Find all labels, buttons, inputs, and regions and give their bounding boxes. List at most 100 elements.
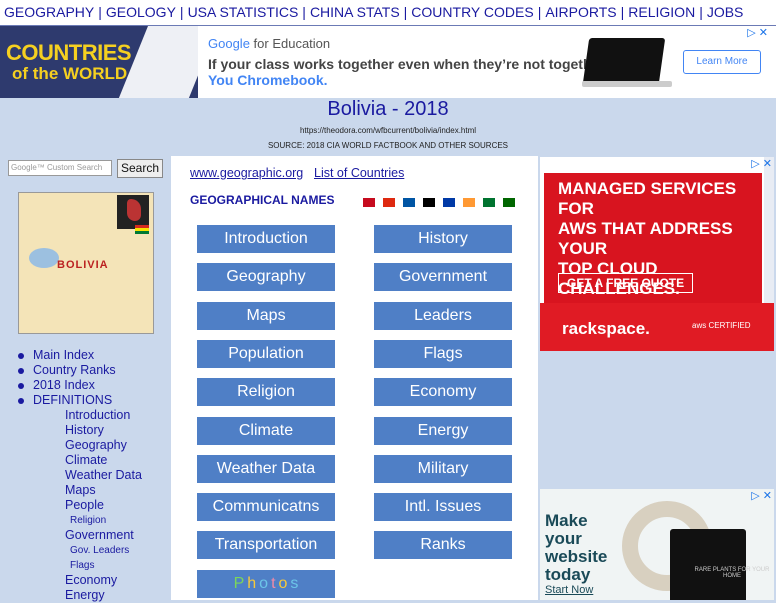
- photos-letter: P: [233, 575, 245, 592]
- website-builder-advertisement[interactable]: RARE PLANTS FOR YOUR HOME Make your websit…: [540, 489, 774, 600]
- nav-button[interactable]: Climate: [197, 416, 335, 445]
- nav-button[interactable]: Population: [197, 339, 335, 368]
- topnav-link[interactable]: JOBS: [707, 4, 744, 20]
- nav-button[interactable]: Communicatns: [197, 493, 335, 522]
- rackspace-advertisement[interactable]: MANAGED SERVICES FOR AWS THAT ADDRESS YOU…: [540, 157, 774, 351]
- nav-button[interactable]: Religion: [197, 378, 335, 407]
- logo-line2: of the WORLD: [12, 64, 128, 83]
- leftnav-item[interactable]: Gov. Leaders: [16, 543, 142, 558]
- nav-button[interactable]: Economy: [374, 378, 512, 407]
- nav-separator: |: [179, 4, 184, 20]
- ad-headline-line: Make: [545, 511, 588, 530]
- ad-close-icon[interactable]: ▷ ✕: [751, 157, 772, 170]
- leftnav-item[interactable]: People: [16, 498, 142, 513]
- leftnav-item[interactable]: Country Ranks: [16, 363, 142, 378]
- language-flag-icon[interactable]: [443, 198, 455, 207]
- nav-button[interactable]: Transportation: [197, 531, 335, 560]
- photos-letter: h: [247, 575, 257, 592]
- top-advertisement[interactable]: Google for Education If your class works…: [198, 26, 776, 98]
- photos-letter: s: [290, 575, 299, 592]
- nav-button[interactable]: Introduction: [197, 225, 335, 253]
- learn-more-button[interactable]: Learn More: [683, 50, 761, 74]
- ad-close-icon[interactable]: ▷ ✕: [747, 26, 768, 39]
- bolivia-map[interactable]: BOLIVIA: [18, 192, 154, 334]
- topnav-link[interactable]: RELIGION: [628, 4, 695, 20]
- list-of-countries-link[interactable]: List of Countries: [314, 166, 404, 180]
- tablet-image: [670, 529, 746, 600]
- page-url[interactable]: https://theodora.com/wfbcurrent/bolivia/…: [0, 126, 776, 135]
- geographic-org-link[interactable]: www.geographic.org: [190, 166, 303, 180]
- topnav-link[interactable]: GEOGRAPHY: [4, 4, 94, 20]
- leftnav-item[interactable]: Religion: [16, 513, 142, 528]
- free-quote-button[interactable]: GET A FREE QUOTE: [558, 273, 694, 293]
- nav-button[interactable]: Weather Data: [197, 454, 335, 483]
- nav-button[interactable]: Intl. Issues: [374, 493, 512, 522]
- start-now-link[interactable]: Start Now: [545, 584, 593, 596]
- language-flag-icon[interactable]: [423, 198, 435, 207]
- laptop-base-image: [582, 81, 672, 87]
- leftnav-item[interactable]: Maps: [16, 483, 142, 498]
- ad-brand-suffix: for Education: [249, 36, 331, 51]
- leftnav-item[interactable]: Weather Data: [16, 468, 142, 483]
- search-button[interactable]: Search: [117, 159, 163, 178]
- nav-button[interactable]: Maps: [197, 301, 335, 330]
- nav-button[interactable]: Military: [374, 454, 512, 483]
- photos-letter: o: [278, 575, 288, 592]
- leftnav-item[interactable]: History: [16, 423, 142, 438]
- page-title: Bolivia - 2018: [327, 98, 449, 120]
- ad-headline-line: today: [545, 565, 591, 584]
- ad-brand: Google for Education: [208, 36, 330, 51]
- ad-close-icon[interactable]: ▷ ✕: [751, 489, 772, 502]
- topnav-link[interactable]: CHINA STATS: [310, 4, 400, 20]
- laptop-image: [582, 38, 666, 84]
- ad-headline-line: AWS THAT ADDRESS YOUR: [558, 219, 733, 258]
- language-flag-icon[interactable]: [383, 198, 395, 207]
- leftnav-item[interactable]: Introduction: [16, 408, 142, 423]
- leftnav-item[interactable]: Climate: [16, 453, 142, 468]
- topnav-link[interactable]: USA STATISTICS: [188, 4, 299, 20]
- leftnav-item[interactable]: Main Index: [16, 348, 142, 363]
- topnav-link[interactable]: AIRPORTS: [545, 4, 616, 20]
- photos-button[interactable]: Photos: [197, 570, 335, 598]
- ad-subline: You Chromebook.: [208, 72, 328, 88]
- ad-headline-line: MANAGED SERVICES FOR: [558, 179, 737, 218]
- geographical-names-heading: GEOGRAPHICAL NAMES: [190, 193, 335, 207]
- language-flag-icon[interactable]: [503, 198, 515, 207]
- map-country-label: BOLIVIA: [57, 259, 109, 271]
- language-flag-icon[interactable]: [463, 198, 475, 207]
- leftnav-item[interactable]: 2018 Index: [16, 378, 142, 393]
- language-flag-icon[interactable]: [483, 198, 495, 207]
- nav-separator: |: [403, 4, 408, 20]
- nav-button[interactable]: Leaders: [374, 301, 512, 330]
- topnav-link[interactable]: GEOLOGY: [106, 4, 176, 20]
- language-flag-icon[interactable]: [363, 198, 375, 207]
- photos-letter: o: [259, 575, 269, 592]
- left-navigation: Main Index Country Ranks 2018 Index DEFINIT…: [16, 348, 142, 603]
- nav-button[interactable]: History: [374, 225, 512, 253]
- leftnav-item[interactable]: Flags: [16, 558, 142, 573]
- top-navigation: GEOGRAPHY | GEOLOGY | USA STATISTICS | CHINA S…: [0, 0, 776, 25]
- ad-brand-name: Google: [208, 36, 250, 51]
- bolivia-flag-icon: [135, 225, 149, 234]
- nav-button[interactable]: Ranks: [374, 531, 512, 560]
- nav-separator: |: [620, 4, 625, 20]
- nav-separator: |: [537, 4, 542, 20]
- leftnav-item[interactable]: Energy: [16, 588, 142, 603]
- nav-button[interactable]: Government: [374, 263, 512, 292]
- bolivia-locator-shape: [127, 199, 141, 221]
- nav-button[interactable]: Flags: [374, 339, 512, 368]
- lake-titicaca-shape: [29, 248, 59, 268]
- page-source: SOURCE: 2018 CIA WORLD FACTBOOK AND OTHE…: [267, 141, 509, 150]
- search-input[interactable]: Google™ Custom Search: [8, 160, 112, 176]
- nav-button[interactable]: Energy: [374, 416, 512, 445]
- logo-line1: COUNTRIES: [6, 40, 132, 65]
- leftnav-item[interactable]: DEFINITIONS: [16, 393, 142, 408]
- language-flag-icon[interactable]: [403, 198, 415, 207]
- topnav-link[interactable]: COUNTRY CODES: [411, 4, 533, 20]
- language-flags: [363, 194, 523, 212]
- leftnav-item[interactable]: Geography: [16, 438, 142, 453]
- site-logo[interactable]: COUNTRIES of the WORLD: [0, 26, 198, 98]
- nav-button[interactable]: Geography: [197, 263, 335, 292]
- leftnav-item[interactable]: Government: [16, 528, 142, 543]
- leftnav-item[interactable]: Economy: [16, 573, 142, 588]
